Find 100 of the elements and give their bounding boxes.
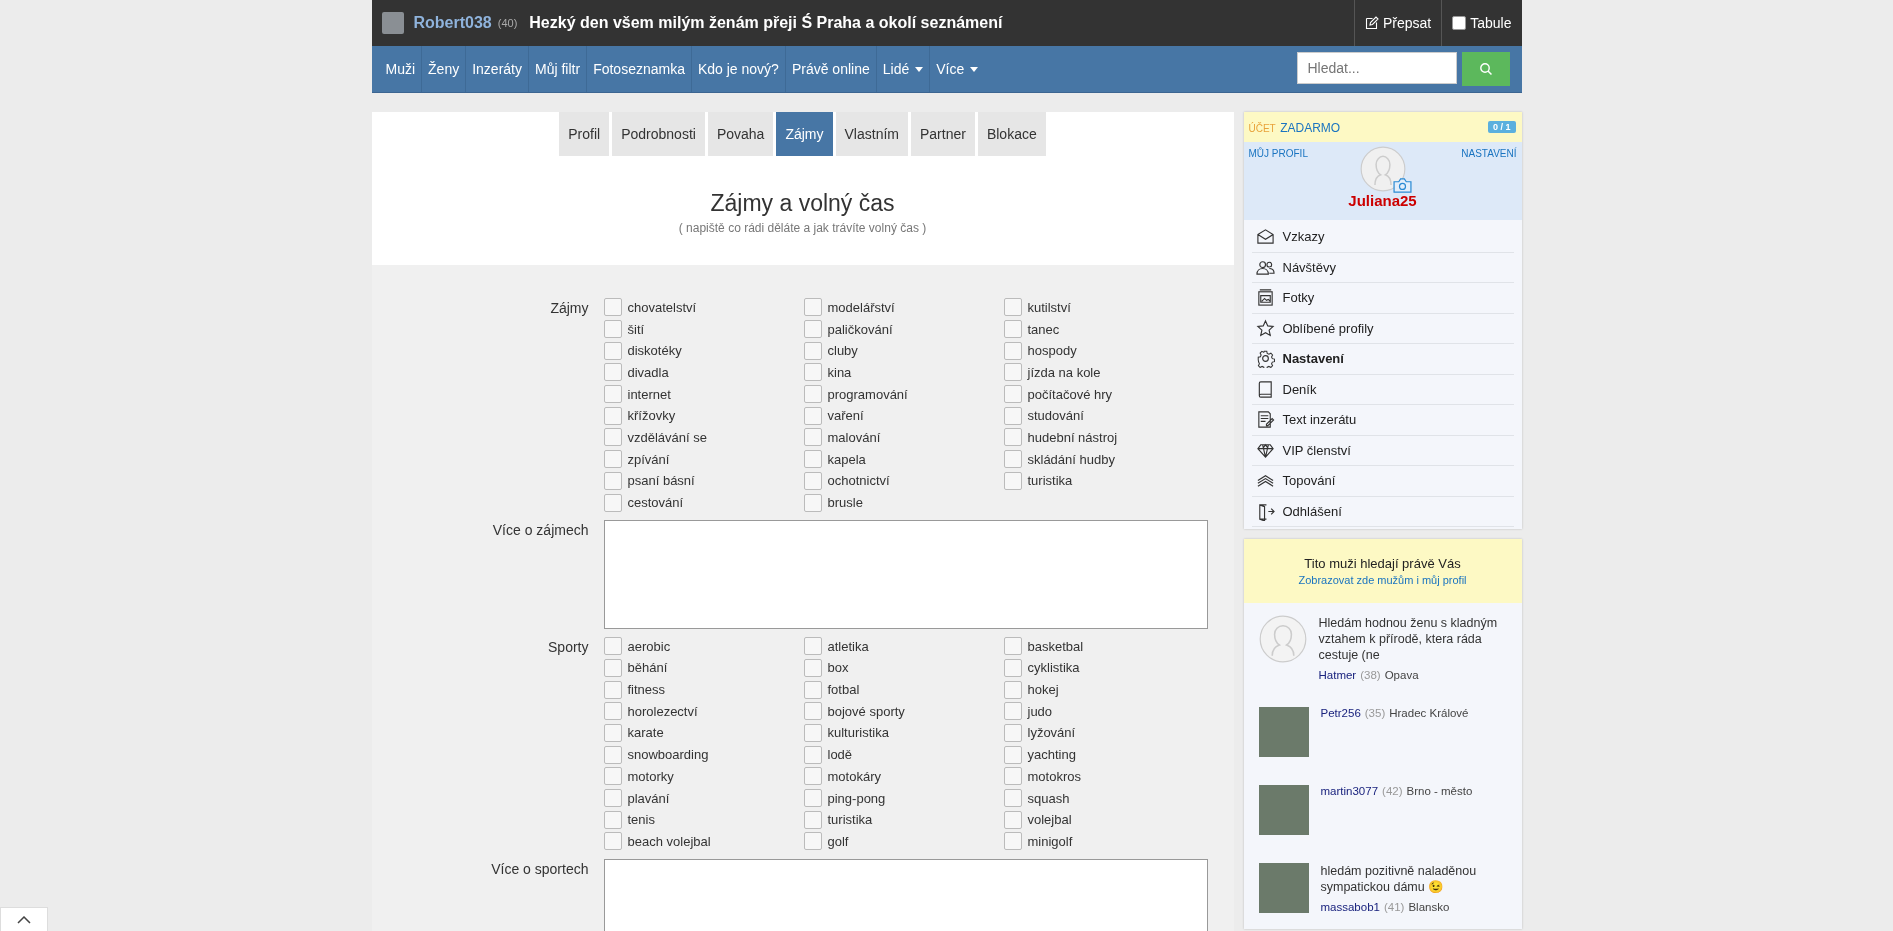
checkbox[interactable] bbox=[603, 745, 622, 764]
photo-placeholder[interactable] bbox=[1258, 785, 1309, 835]
checkbox[interactable] bbox=[603, 363, 622, 382]
menu-item[interactable]: Odhlášení bbox=[1251, 496, 1514, 527]
checkbox[interactable] bbox=[603, 385, 622, 404]
checkbox[interactable] bbox=[603, 658, 622, 677]
checkbox[interactable] bbox=[1003, 363, 1022, 382]
nav-link[interactable]: Právě online bbox=[784, 46, 876, 92]
checkbox[interactable] bbox=[803, 832, 822, 851]
search-field[interactable]: Hledat... bbox=[1296, 52, 1457, 84]
checkbox[interactable] bbox=[1003, 637, 1022, 656]
checkbox[interactable] bbox=[803, 341, 822, 360]
nav-link[interactable]: Inzeráty bbox=[465, 46, 528, 92]
checkbox[interactable] bbox=[1003, 450, 1022, 469]
nav-link[interactable]: Lidé bbox=[875, 46, 930, 92]
checkbox[interactable] bbox=[803, 320, 822, 339]
checkbox[interactable] bbox=[1003, 767, 1022, 786]
checkbox[interactable] bbox=[1003, 810, 1022, 829]
checkbox[interactable] bbox=[803, 767, 822, 786]
checkbox[interactable] bbox=[1003, 385, 1022, 404]
menu-item[interactable]: Fotky bbox=[1251, 283, 1514, 314]
checkbox[interactable] bbox=[603, 767, 622, 786]
checkbox[interactable] bbox=[803, 723, 822, 742]
checkbox[interactable] bbox=[1003, 658, 1022, 677]
checkbox[interactable] bbox=[1003, 406, 1022, 425]
show-profile-link[interactable]: Zobrazovat zde mužům i můj profil bbox=[1298, 574, 1467, 586]
tab[interactable]: Vlastním bbox=[835, 112, 908, 156]
checkbox[interactable] bbox=[1003, 702, 1022, 721]
checkbox[interactable] bbox=[603, 702, 622, 721]
checkbox[interactable] bbox=[603, 832, 622, 851]
checkbox[interactable] bbox=[603, 428, 622, 447]
checkbox[interactable] bbox=[803, 385, 822, 404]
checkbox[interactable] bbox=[603, 789, 622, 808]
profile-name-link[interactable]: Petr256 bbox=[1320, 707, 1361, 719]
settings-link[interactable]: NASTAVENÍ bbox=[1461, 148, 1517, 159]
nav-link[interactable]: Fotoseznamka bbox=[586, 46, 691, 92]
checkbox[interactable] bbox=[1003, 789, 1022, 808]
checkbox[interactable] bbox=[803, 471, 822, 490]
menu-item[interactable]: Text inzerátu bbox=[1251, 405, 1514, 436]
checkbox[interactable] bbox=[603, 637, 622, 656]
checkbox[interactable] bbox=[1003, 428, 1022, 447]
checkbox[interactable] bbox=[1003, 832, 1022, 851]
tab[interactable]: Povaha bbox=[707, 112, 774, 156]
checkbox[interactable] bbox=[803, 363, 822, 382]
avatar-silhouette-icon[interactable] bbox=[1258, 615, 1307, 663]
checkbox[interactable] bbox=[603, 450, 622, 469]
tab[interactable]: Podrobnosti bbox=[612, 112, 705, 156]
tab[interactable]: Profil bbox=[559, 112, 610, 156]
profile-name-link[interactable]: martin3077 bbox=[1320, 785, 1379, 797]
checkbox[interactable] bbox=[1003, 341, 1022, 360]
checkbox[interactable] bbox=[1003, 298, 1022, 317]
checkbox[interactable] bbox=[603, 341, 622, 360]
username-link[interactable]: Robert038 bbox=[413, 14, 492, 32]
menu-item[interactable]: Topování bbox=[1251, 466, 1514, 497]
checkbox[interactable] bbox=[803, 493, 822, 512]
checkbox[interactable] bbox=[1003, 723, 1022, 742]
nav-link[interactable]: Kdo je nový? bbox=[690, 46, 785, 92]
checkbox[interactable] bbox=[603, 723, 622, 742]
checkbox[interactable] bbox=[803, 298, 822, 317]
tab[interactable]: Blokace bbox=[977, 112, 1046, 156]
photo-placeholder[interactable] bbox=[1258, 863, 1309, 913]
menu-item[interactable]: Návštěvy bbox=[1251, 252, 1514, 283]
checkbox[interactable] bbox=[603, 320, 622, 339]
tab[interactable]: Partner bbox=[911, 112, 975, 156]
nav-link[interactable]: Ženy bbox=[421, 46, 466, 92]
profile-name-link[interactable]: Hatmer bbox=[1318, 669, 1357, 681]
checkbox[interactable] bbox=[603, 406, 622, 425]
checkbox[interactable] bbox=[803, 637, 822, 656]
scroll-up-button[interactable] bbox=[0, 907, 48, 931]
my-profile-link[interactable]: MŮJ PROFIL bbox=[1248, 148, 1308, 159]
checkbox[interactable] bbox=[1003, 680, 1022, 699]
checkbox[interactable] bbox=[803, 428, 822, 447]
checkbox[interactable] bbox=[603, 810, 622, 829]
checkbox[interactable] bbox=[803, 745, 822, 764]
nav-link[interactable]: Více bbox=[929, 46, 985, 92]
checkbox[interactable] bbox=[1003, 320, 1022, 339]
checkbox[interactable] bbox=[803, 680, 822, 699]
menu-item[interactable]: VIP členství bbox=[1251, 435, 1514, 466]
checkbox[interactable] bbox=[1003, 471, 1022, 490]
checkbox[interactable] bbox=[1003, 745, 1022, 764]
checkbox[interactable] bbox=[603, 680, 622, 699]
search-button[interactable] bbox=[1461, 52, 1510, 86]
checkbox[interactable] bbox=[1452, 16, 1467, 30]
menu-item[interactable]: Vzkazy bbox=[1251, 222, 1514, 253]
checkbox[interactable] bbox=[603, 298, 622, 317]
menu-item[interactable]: Deník bbox=[1251, 374, 1514, 405]
tab[interactable]: Zájmy bbox=[776, 112, 833, 156]
nav-link[interactable]: Můj filtr bbox=[528, 46, 587, 92]
photo-placeholder[interactable] bbox=[1258, 707, 1309, 757]
checkbox[interactable] bbox=[603, 493, 622, 512]
checkbox[interactable] bbox=[603, 471, 622, 490]
menu-item[interactable]: Oblíbené profily bbox=[1251, 313, 1514, 344]
checkbox[interactable] bbox=[803, 789, 822, 808]
checkbox[interactable] bbox=[803, 450, 822, 469]
profile-name-link[interactable]: massabob1 bbox=[1320, 901, 1380, 913]
checkbox[interactable] bbox=[803, 406, 822, 425]
nav-link[interactable]: Muži bbox=[379, 46, 422, 92]
checkbox[interactable] bbox=[803, 810, 822, 829]
checkbox[interactable] bbox=[803, 702, 822, 721]
checkbox[interactable] bbox=[803, 658, 822, 677]
